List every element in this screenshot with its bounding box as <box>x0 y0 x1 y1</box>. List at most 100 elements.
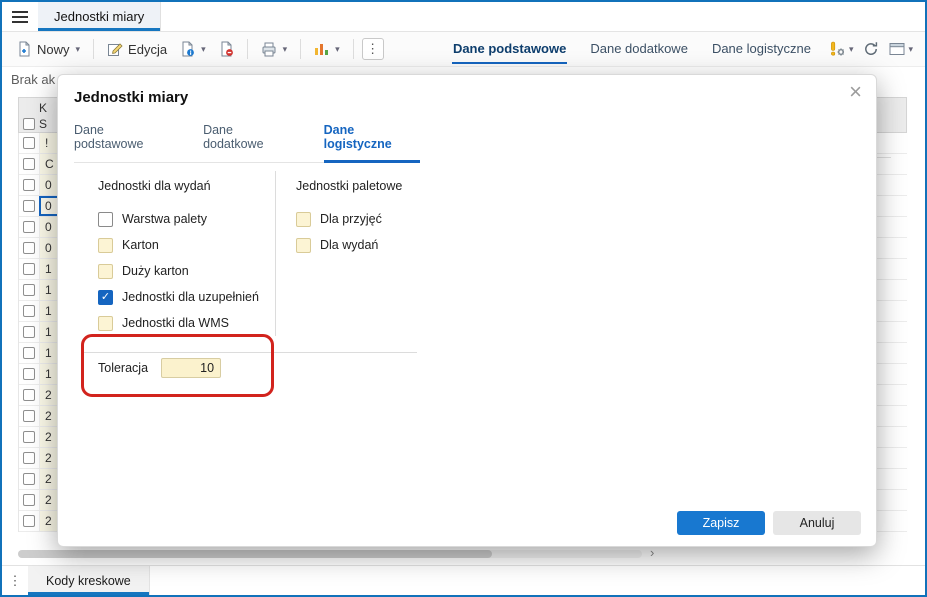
view-tab-dane-dodatkowe[interactable]: Dane dodatkowe <box>589 34 689 64</box>
app-window: Jednostki miary Nowy ▾ Edycja ▾ ▾ ▾ ⋮ Da… <box>0 0 927 597</box>
group-title: Jednostki dla wydań <box>98 179 211 193</box>
checkbox-group-jednostki-paletowe: Jednostki paletowe Dla przyjęć Dla wydań <box>276 171 417 336</box>
horizontal-scrollbar[interactable] <box>18 550 642 558</box>
checkbox-item-dla-wydań[interactable]: Dla wydań <box>296 232 417 258</box>
edit-button[interactable]: Edycja <box>102 37 172 61</box>
filter-status-text: Brak ak <box>11 72 56 87</box>
checkbox-group-jednostki-dla-wydań: Jednostki dla wydań Warstwa palety Karton D… <box>81 171 275 336</box>
close-icon[interactable]: × <box>849 81 862 103</box>
checkbox-dla-przyjęć[interactable] <box>296 211 311 227</box>
checkbox-jednostki-dla-wms[interactable] <box>98 315 113 331</box>
checkbox-item-warstwa-palety[interactable]: Warstwa palety <box>98 206 275 232</box>
row-checkbox-cell <box>19 133 39 153</box>
dialog-tab-dane-dodatkowe[interactable]: Dane dodatkowe <box>203 117 292 163</box>
row-checkbox[interactable] <box>23 179 35 191</box>
row-checkbox[interactable] <box>23 221 35 233</box>
row-checkbox-cell <box>19 175 39 195</box>
new-button-label: Nowy <box>37 41 70 57</box>
row-checkbox[interactable] <box>23 389 35 401</box>
cancel-button[interactable]: Anuluj <box>773 511 861 535</box>
row-checkbox[interactable] <box>23 326 35 338</box>
tolerance-label: Toleracja <box>98 361 149 375</box>
dialog-tab-dane-podstawowe[interactable]: Dane podstawowe <box>74 117 171 163</box>
checkbox-item-jednostki-dla-uzupełnień[interactable]: ✓ Jednostki dla uzupełnień <box>98 284 275 310</box>
print-button[interactable]: ▾ <box>256 38 293 61</box>
checkbox-warstwa-palety[interactable] <box>98 211 113 227</box>
group-title: Jednostki paletowe <box>296 179 403 193</box>
row-checkbox[interactable] <box>23 200 35 212</box>
checkbox-label: Duży karton <box>122 264 189 278</box>
view-tab-dane-logistyczne[interactable]: Dane logistyczne <box>711 34 812 64</box>
alerts-settings-button[interactable]: ▾ <box>828 41 854 58</box>
delete-document-button[interactable] <box>214 37 239 61</box>
checkbox-item-dla-przyjęć[interactable]: Dla przyjęć <box>296 206 417 232</box>
save-button[interactable]: Zapisz <box>677 511 765 535</box>
dialog-title: Jednostki miary <box>74 89 189 106</box>
chevron-down-icon[interactable]: ▾ <box>849 44 854 54</box>
bottom-tab-kody-kreskowe[interactable]: Kody kreskowe <box>28 566 150 595</box>
row-checkbox-cell <box>19 469 39 489</box>
hamburger-menu-icon[interactable] <box>2 2 38 31</box>
row-checkbox[interactable] <box>23 305 35 317</box>
checkbox-item-jednostki-dla-wms[interactable]: Jednostki dla WMS <box>98 310 275 336</box>
row-checkbox[interactable] <box>23 242 35 254</box>
row-checkbox[interactable] <box>23 410 35 422</box>
row-checkbox[interactable] <box>23 431 35 443</box>
row-checkbox[interactable] <box>23 452 35 464</box>
bottom-tab-label: Kody kreskowe <box>46 573 131 588</box>
toolbar-separator <box>93 39 95 59</box>
row-checkbox-cell <box>19 154 39 174</box>
row-checkbox[interactable] <box>23 263 35 275</box>
chevron-down-icon[interactable]: ▾ <box>335 44 340 54</box>
bottom-kebab-button[interactable]: ⋮ <box>2 566 28 595</box>
chevron-down-icon[interactable]: ▾ <box>76 44 81 54</box>
chart-button[interactable]: ▾ <box>309 38 345 60</box>
document-tab-label: Jednostki miary <box>54 9 145 24</box>
checkbox-item-karton[interactable]: Karton <box>98 232 275 258</box>
horizontal-scrollbar-thumb[interactable] <box>18 550 492 558</box>
tolerance-input[interactable] <box>161 358 222 378</box>
checkbox-jednostki-dla-uzupełnień[interactable]: ✓ <box>98 289 113 305</box>
view-tab-dane-podstawowe[interactable]: Dane podstawowe <box>451 34 568 64</box>
checkbox-duży-karton[interactable] <box>98 263 113 279</box>
chevron-down-icon[interactable]: ▾ <box>283 44 288 54</box>
row-checkbox-cell <box>19 448 39 468</box>
chevron-down-icon[interactable]: ▾ <box>201 44 206 54</box>
document-tab-jednostki-miary[interactable]: Jednostki miary <box>38 2 162 31</box>
toolbar-separator <box>300 39 302 59</box>
row-checkbox[interactable] <box>23 137 35 149</box>
scroll-right-icon[interactable]: › <box>650 545 654 560</box>
checkbox-label: Jednostki dla uzupełnień <box>122 290 259 304</box>
warning-gear-icon <box>828 41 846 58</box>
row-checkbox[interactable] <box>23 515 35 527</box>
jednostki-miary-dialog: Jednostki miary × Dane podstawowe Dane do… <box>57 74 877 547</box>
row-checkbox-cell <box>19 217 39 237</box>
row-checkbox-cell <box>19 238 39 258</box>
document-info-button[interactable]: ▾ <box>175 37 211 61</box>
row-checkbox[interactable] <box>23 158 35 170</box>
main-view-tabs: Dane podstawowe Dane dodatkowe Dane logist… <box>451 34 812 64</box>
chevron-down-icon[interactable]: ▾ <box>908 44 913 54</box>
checkbox-dla-wydań[interactable] <box>296 237 311 253</box>
select-all-checkbox[interactable] <box>23 117 35 130</box>
checkbox-label: Jednostki dla WMS <box>122 316 229 330</box>
row-checkbox[interactable] <box>23 284 35 296</box>
row-checkbox[interactable] <box>23 347 35 359</box>
refresh-button[interactable] <box>863 41 879 57</box>
row-checkbox[interactable] <box>23 368 35 380</box>
grid-header-line2: S <box>39 116 48 131</box>
checkbox-karton[interactable] <box>98 237 113 253</box>
row-checkbox[interactable] <box>23 473 35 485</box>
grid-header-line1: K <box>39 100 48 115</box>
row-checkbox-cell <box>19 301 39 321</box>
more-options-button[interactable]: ⋮ <box>361 38 384 60</box>
kebab-icon: ⋮ <box>8 572 22 588</box>
dialog-checkbox-groups: Jednostki dla wydań Warstwa palety Karton D… <box>81 171 417 353</box>
checkbox-item-duży-karton[interactable]: Duży karton <box>98 258 275 284</box>
row-checkbox[interactable] <box>23 494 35 506</box>
refresh-icon <box>863 41 879 57</box>
dialog-tab-dane-logistyczne[interactable]: Dane logistyczne <box>323 117 420 163</box>
new-button[interactable]: Nowy ▾ <box>12 37 85 61</box>
row-checkbox-cell <box>19 385 39 405</box>
layout-panel-button[interactable]: ▾ <box>889 42 913 56</box>
